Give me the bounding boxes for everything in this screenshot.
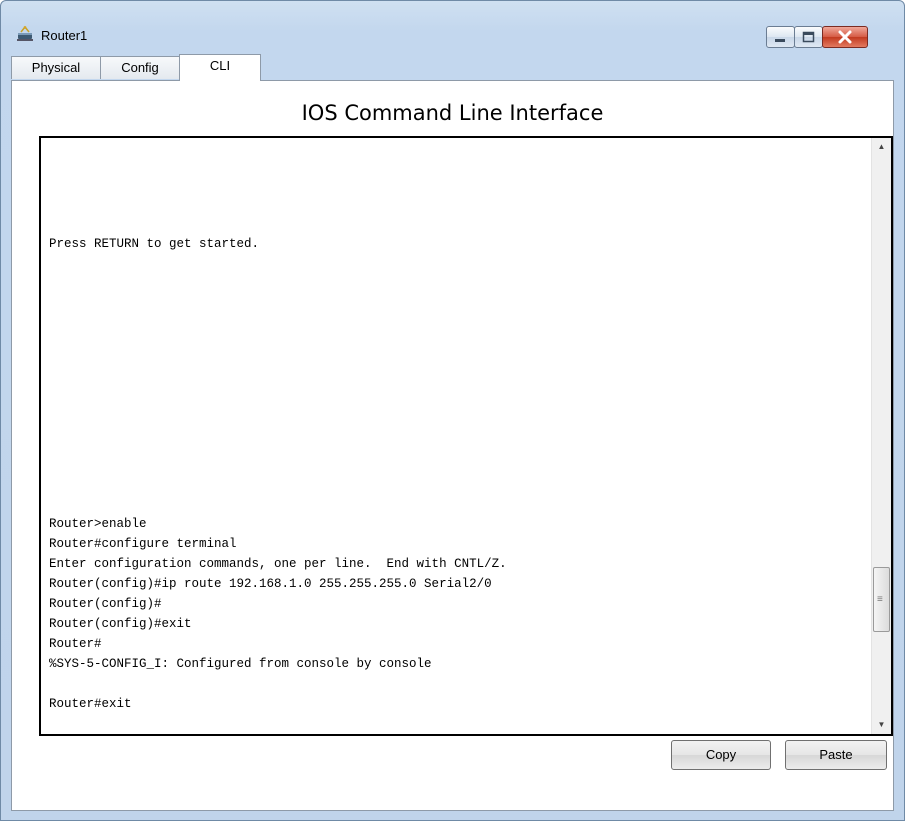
tab-config[interactable]: Config <box>100 56 180 79</box>
grip-icon: ≡ <box>877 594 883 605</box>
copy-button[interactable]: Copy <box>671 740 771 770</box>
router-window: Router1 Physical Config CLI IOS Command … <box>0 0 905 821</box>
close-icon <box>838 30 852 44</box>
cli-panel: IOS Command Line Interface Press RETURN … <box>11 80 894 811</box>
title-bar[interactable]: Router1 <box>1 1 904 53</box>
tab-cli[interactable]: CLI <box>179 54 261 81</box>
minimize-icon <box>775 39 785 42</box>
cli-console[interactable]: Press RETURN to get started. Router>enab… <box>39 136 893 736</box>
scrollbar-thumb[interactable]: ≡ <box>873 567 890 632</box>
close-button[interactable] <box>822 26 868 48</box>
vertical-scrollbar[interactable]: ▲ ≡ ▼ <box>871 138 891 734</box>
tab-physical[interactable]: Physical <box>11 56 101 79</box>
cli-heading: IOS Command Line Interface <box>301 101 604 125</box>
scroll-up-arrow-icon[interactable]: ▲ <box>872 138 891 156</box>
paste-button[interactable]: Paste <box>785 740 887 770</box>
minimize-button[interactable] <box>766 26 795 48</box>
console-output[interactable]: Press RETURN to get started. Router>enab… <box>49 234 849 714</box>
router-icon <box>17 25 33 41</box>
scroll-down-arrow-icon[interactable]: ▼ <box>872 716 891 734</box>
maximize-button[interactable] <box>794 26 823 48</box>
maximize-icon <box>802 31 815 43</box>
window-title: Router1 <box>41 28 88 43</box>
